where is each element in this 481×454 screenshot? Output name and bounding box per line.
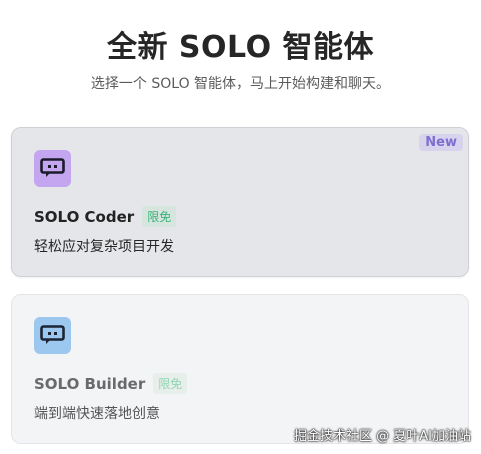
page-title: 全新 SOLO 智能体 [106,30,375,65]
card-name-row: SOLO Builder 限免 [34,373,188,394]
card-name: SOLO Builder [34,374,146,393]
free-badge: 限免 [142,206,177,227]
solo-builder-card[interactable]: SOLO Builder 限免 端到端快速落地创意 [11,294,469,444]
card-description: 端到端快速落地创意 [34,406,160,422]
free-badge: 限免 [153,373,188,394]
card-name-row: SOLO Coder 限免 [34,206,177,227]
watermark: 掘金技术社区 @ 夏叶AI加油站 [294,429,471,444]
robot-icon [34,150,71,187]
new-badge: New [419,134,463,151]
agent-select-page: 全新 SOLO 智能体 选择一个 SOLO 智能体，马上开始构建和聊天。 New… [0,0,481,454]
solo-coder-card[interactable]: New SOLO Coder 限免 轻松应对复杂项目开发 [11,127,469,277]
page-subtitle: 选择一个 SOLO 智能体，马上开始构建和聊天。 [90,76,391,92]
card-name: SOLO Coder [34,207,135,226]
robot-icon [34,317,71,354]
card-description: 轻松应对复杂项目开发 [34,239,174,255]
